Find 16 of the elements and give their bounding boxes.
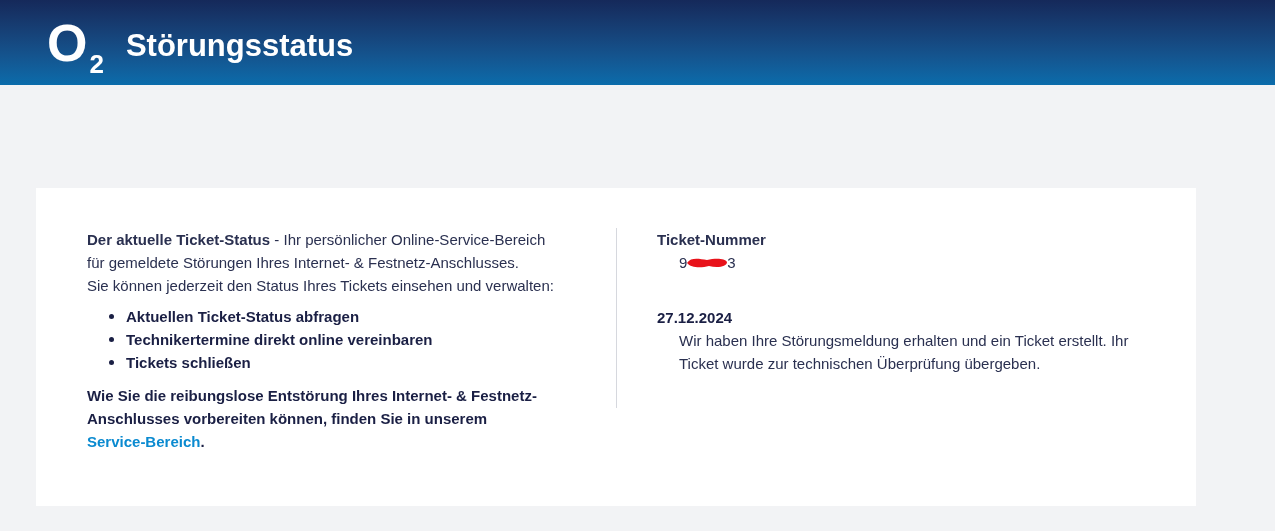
page-title: Störungsstatus (125, 27, 354, 66)
bullet-icon (109, 337, 114, 342)
event-date: 27.12.2024 (657, 308, 734, 328)
bullet-icon (109, 360, 114, 365)
feature-text: Technikertermine direkt online vereinbaren (126, 330, 433, 350)
ticket-number-end: 3 (727, 253, 736, 273)
feature-text: Aktuellen Ticket-Status abfragen (126, 307, 360, 327)
feature-text: Tickets schließen (126, 353, 251, 373)
closing-text: Wie Sie die reibungslose Entstörung Ihres Internet- & Festnetz-Anschlusses vorbereiten können, finden Sie in unserem Service-Bereich. (87, 386, 538, 452)
intro-text: Der aktuelle Ticket-Status - Ihr persönlicher Online-Service-Bereich für gemeldete Störungen Ihres Internet- & Festnetz-Anschlusses. (87, 230, 547, 273)
service-link[interactable]: Service-Bereich (87, 433, 201, 450)
ticket-number-start: 9 (679, 253, 688, 273)
bullet-icon (109, 314, 114, 319)
intro-text: Sie können jederzeit den Status Ihres Tickets einsehen und verwalten: (87, 276, 555, 296)
ticket-label: Ticket-Nummer (657, 230, 767, 250)
event-message: Wir haben Ihre Störungsmeldung erhalten und ein Ticket erstellt. Ihr Ticket wurde zur technischen Überprüfung übergeben. (678, 331, 1130, 374)
